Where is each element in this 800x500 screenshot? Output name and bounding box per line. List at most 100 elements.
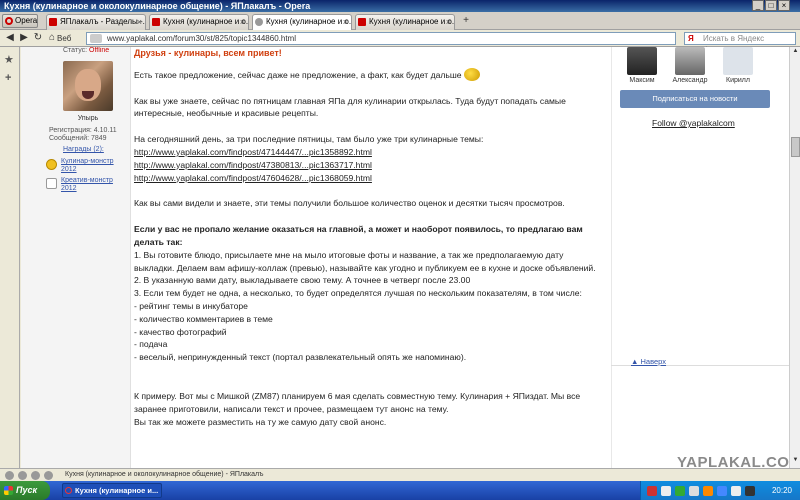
subscribe-button[interactable]: Подписаться на новости xyxy=(620,90,770,108)
post-criterion: - качество фотографий xyxy=(134,326,227,337)
yaplakal-favicon-icon xyxy=(358,18,366,26)
tab-1[interactable]: ЯПлакалъ - Разделы -... × xyxy=(46,14,146,30)
tab-4[interactable]: Кухня (кулинарное и о... × xyxy=(355,14,455,30)
status-icon[interactable] xyxy=(44,471,53,480)
post-paragraph: Как вы уже знаете, сейчас по пятницам гл… xyxy=(134,95,566,119)
post-step: 2. В указанную вами дату, выкладываете с… xyxy=(134,275,471,286)
friend-item[interactable]: Александр xyxy=(670,47,710,84)
follow-link[interactable]: Follow @yaplakalcom xyxy=(652,118,735,128)
username[interactable]: Упырь xyxy=(63,115,113,122)
user-info-column: Статус: Offline Упырь Регистрация: 4.10.… xyxy=(21,47,131,468)
clock[interactable]: 20:20 xyxy=(772,481,792,500)
post-criterion: - количество комментариев в теме xyxy=(134,313,273,324)
scrollbar-thumb[interactable] xyxy=(791,137,800,157)
tray-icon[interactable] xyxy=(675,486,685,496)
topic-link[interactable]: http://www.yaplakal.com/findpost/4738081… xyxy=(134,160,372,170)
post-paragraph: На сегодняшний день, за три последние пя… xyxy=(134,134,484,145)
status-bar: Кухня (кулинарное и околокулинарное обще… xyxy=(0,468,800,481)
search-input[interactable]: Я Искать в Яндекс xyxy=(684,32,796,45)
post-bold-paragraph: Если у вас не пропало желание оказаться … xyxy=(134,224,583,247)
url-text: www.yaplakal.com/forum30/st/825/topic134… xyxy=(107,34,296,43)
topic-link[interactable]: http://www.yaplakal.com/findpost/4760462… xyxy=(134,173,372,183)
status-offline: Offline xyxy=(89,47,110,54)
post-paragraph: Как вы сами видели и знаете, эти темы по… xyxy=(134,198,565,209)
friend-item[interactable]: Максим xyxy=(622,47,662,84)
post-paragraph: Вы так же можете разместить на ту же сам… xyxy=(134,416,387,427)
post-step: 1. Вы готовите блюдо, присылаете мне на … xyxy=(134,249,596,273)
window-title: Кухня (кулинарное и околокулинарное обще… xyxy=(0,0,800,12)
close-button[interactable]: × xyxy=(778,0,790,11)
medal-icon xyxy=(46,178,57,189)
friend-avatar xyxy=(675,47,705,75)
message-count: Сообщений: 7849 xyxy=(49,135,107,142)
status-icon[interactable] xyxy=(5,471,14,480)
status-icon[interactable] xyxy=(31,471,40,480)
close-tab-icon[interactable]: × xyxy=(446,15,451,29)
yandex-icon: Я xyxy=(688,34,694,43)
page-content: Статус: Offline Упырь Регистрация: 4.10.… xyxy=(21,47,789,468)
post-criterion: - подача xyxy=(134,339,168,350)
minimize-button[interactable]: _ xyxy=(752,0,764,11)
loading-favicon-icon xyxy=(255,18,263,26)
post-body: Друзья - кулинары, всем привет! Есть так… xyxy=(134,47,606,428)
avatar[interactable] xyxy=(63,61,113,111)
yaplakal-favicon-icon xyxy=(49,18,57,26)
tray-icon[interactable] xyxy=(745,486,755,496)
post-paragraph: К примеру. Вот мы с Мишкой (ZM87) планир… xyxy=(134,390,581,414)
side-panel: ★ + xyxy=(0,47,20,468)
opera-logo-icon xyxy=(65,487,72,494)
smiley-icon xyxy=(463,67,480,81)
url-field[interactable]: Веб www.yaplakal.com/forum30/st/825/topi… xyxy=(57,32,729,54)
page-scrollbar[interactable]: ▲ ▼ xyxy=(789,47,800,468)
status-text: Кухня (кулинарное и околокулинарное обще… xyxy=(65,471,264,478)
close-tab-icon[interactable]: × xyxy=(137,15,142,29)
tray-icon[interactable] xyxy=(703,486,713,496)
taskbar: Пуск Кухня (кулинарное и... 20:20 xyxy=(0,481,800,500)
maximize-button[interactable]: □ xyxy=(765,0,777,11)
bookmark-star-icon[interactable]: ★ xyxy=(4,53,14,66)
tray-icon[interactable] xyxy=(647,486,657,496)
volume-icon[interactable] xyxy=(731,486,741,496)
system-tray: 20:20 xyxy=(640,481,800,500)
camera-placeholder-icon xyxy=(723,47,753,75)
post-paragraph: Есть такое предложение, сейчас даже не п… xyxy=(134,69,462,80)
yaplakal-watermark: YAPLAKAL.COM xyxy=(677,454,789,468)
scroll-up-icon[interactable]: ▲ xyxy=(791,48,800,57)
scroll-top-link[interactable]: ▲ Наверх xyxy=(631,357,666,366)
topic-link[interactable]: http://www.yaplakal.com/findpost/4714444… xyxy=(134,147,372,157)
post-criterion: - рейтинг темы в инкубаторе xyxy=(134,300,248,311)
tab-bar: Opera ЯПлакалъ - Разделы -... × Кухня (к… xyxy=(0,12,800,30)
opera-logo-icon xyxy=(5,17,13,25)
opera-menu-button[interactable]: Opera xyxy=(2,14,38,28)
web-label: Веб xyxy=(57,34,72,43)
taskbar-opera-item[interactable]: Кухня (кулинарное и... xyxy=(62,483,162,498)
friend-item[interactable]: Кирилл xyxy=(718,47,758,84)
site-info-icon[interactable] xyxy=(90,34,102,43)
add-panel-icon[interactable]: + xyxy=(5,72,11,84)
new-tab-button[interactable]: + xyxy=(460,15,472,27)
close-tab-icon[interactable]: × xyxy=(240,15,245,29)
post-criterion: - веселый, непринужденный текст (портал … xyxy=(134,352,467,363)
awards-link[interactable]: Награды (2): xyxy=(63,146,104,153)
close-tab-icon[interactable]: × xyxy=(343,15,348,29)
right-sidebar: Максим Александр Кирилл Подписаться на н… xyxy=(611,47,789,468)
tab-3-active[interactable]: Кухня (кулинарное и о... × xyxy=(252,14,352,30)
yaplakal-favicon-icon xyxy=(152,18,160,26)
back-icon[interactable]: ◀ xyxy=(4,32,16,44)
address-toolbar: ◀ ▶ ↻ ⌂ Веб www.yaplakal.com/forum30/st/… xyxy=(0,30,800,54)
medal-icon xyxy=(46,159,57,170)
windows-logo-icon xyxy=(4,486,13,495)
tray-icon[interactable] xyxy=(689,486,699,496)
tray-icon[interactable] xyxy=(661,486,671,496)
status-icon[interactable] xyxy=(18,471,27,480)
scroll-down-icon[interactable]: ▼ xyxy=(791,457,800,466)
tray-icon[interactable] xyxy=(717,486,727,496)
forward-icon[interactable]: ▶ xyxy=(18,32,30,44)
post-step: 3. Если тем будет не одна, а несколько, … xyxy=(134,288,582,299)
start-button[interactable]: Пуск xyxy=(0,481,50,500)
reload-icon[interactable]: ↻ xyxy=(32,32,44,44)
registration-date: Регистрация: 4.10.11 xyxy=(49,127,117,134)
post-greeting: Друзья - кулинары, всем привет! xyxy=(134,48,282,58)
tab-2[interactable]: Кухня (кулинарное и о... × xyxy=(149,14,249,30)
user-status: Статус: Offline xyxy=(63,47,110,54)
